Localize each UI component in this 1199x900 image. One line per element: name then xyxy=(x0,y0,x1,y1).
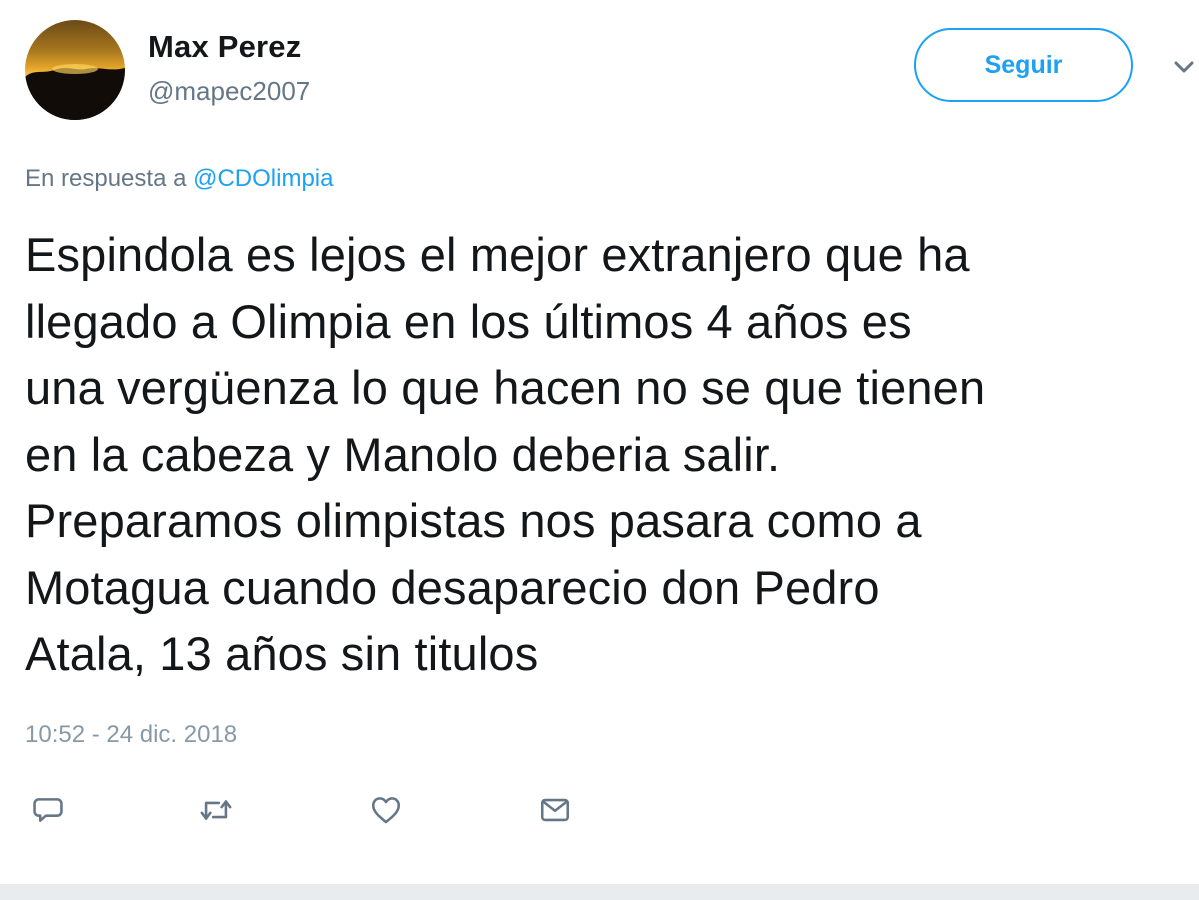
follow-button[interactable]: Seguir xyxy=(914,28,1133,102)
direct-message-icon xyxy=(540,798,570,822)
tweet-timestamp[interactable]: 10:52 - 24 dic. 2018 xyxy=(25,721,237,749)
reply-button[interactable] xyxy=(28,790,68,830)
like-button[interactable] xyxy=(366,790,406,830)
user-handle[interactable]: @mapec2007 xyxy=(148,76,310,107)
tweet-text: Espindola es lejos el mejor extranjero q… xyxy=(25,228,986,680)
reply-mention-link[interactable]: @CDOlimpia xyxy=(193,165,333,192)
display-name[interactable]: Max Perez xyxy=(148,29,301,65)
reply-prefix: En respuesta a xyxy=(25,165,187,192)
direct-message-button[interactable] xyxy=(535,790,575,830)
retweet-icon xyxy=(200,800,232,820)
tweet-card: Max Perez @mapec2007 Seguir En respuesta… xyxy=(0,0,1199,900)
avatar[interactable] xyxy=(25,20,125,120)
heart-icon xyxy=(371,797,401,824)
reply-icon xyxy=(33,798,63,822)
retweet-button[interactable] xyxy=(196,790,236,830)
chevron-down-icon[interactable] xyxy=(1170,56,1199,80)
footer-divider xyxy=(0,884,1199,900)
reply-context: En respuesta a @CDOlimpia xyxy=(25,165,334,193)
sunset-avatar-image xyxy=(25,64,125,120)
